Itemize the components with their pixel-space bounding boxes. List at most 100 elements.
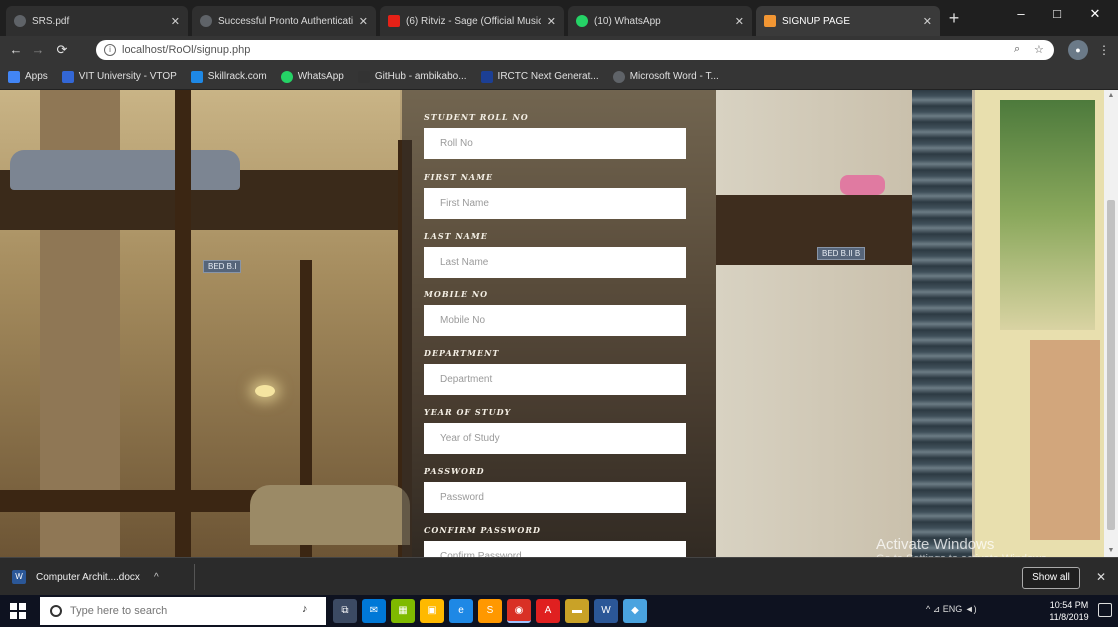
tab-signup-page[interactable]: SIGNUP PAGE ✕ (756, 6, 940, 36)
department-input[interactable] (424, 364, 686, 395)
tab-pronto-auth[interactable]: Successful Pronto Authentication ✕ (192, 6, 376, 36)
close-window-button[interactable]: ✕ (1080, 6, 1110, 22)
system-tray[interactable]: ^ ⊿ ENG ◄) (926, 604, 977, 615)
maximize-button[interactable]: □ (1042, 6, 1072, 21)
taskbar-search-input[interactable] (70, 605, 290, 617)
sublime-text-icon[interactable]: S (478, 599, 502, 623)
download-file-name: Computer Archit....docx (36, 571, 140, 583)
cortana-icon (50, 605, 62, 617)
downloads-bar: W Computer Archit....docx ^ Show all ✕ (0, 557, 1118, 595)
youtube-tab-icon (388, 15, 400, 27)
bookmark-apps[interactable]: Apps (8, 70, 48, 83)
show-all-button[interactable]: Show all (1022, 567, 1080, 589)
menu-kebab-icon[interactable]: ⋮ (1094, 40, 1114, 60)
whatsapp-tab-icon (576, 15, 588, 27)
scroll-down-icon[interactable]: ▼ (1104, 545, 1118, 557)
whatsapp-icon (280, 70, 293, 83)
page-viewport: BED B.I BED B.II B STUDENT ROLL NO FIRST… (0, 90, 1104, 557)
bookmark-label: IRCTC Next Generat... (497, 71, 599, 82)
download-item[interactable]: W Computer Archit....docx ^ (12, 566, 192, 588)
zoom-icon[interactable]: ⌕ (1014, 43, 1020, 56)
info-icon[interactable]: i (104, 44, 116, 56)
task-view-icon[interactable]: ⧉ (333, 599, 357, 623)
last-name-input[interactable] (424, 247, 686, 278)
word-icon[interactable]: W (594, 599, 618, 623)
bookmark-label: Skillrack.com (207, 71, 267, 82)
globe-tab-icon (200, 15, 212, 27)
word-doc-icon: W (12, 570, 26, 584)
globe-icon (612, 70, 625, 83)
chrome-icon[interactable]: ◉ (507, 599, 531, 623)
acrobat-icon[interactable]: A (536, 599, 560, 623)
tab-title: SIGNUP PAGE (782, 15, 850, 27)
edge-icon[interactable]: e (449, 599, 473, 623)
notification-icon[interactable] (1098, 603, 1112, 617)
back-arrow-icon[interactable]: ← (6, 40, 26, 60)
profile-avatar-icon[interactable]: ● (1068, 40, 1088, 60)
bed-label-left: BED B.I (203, 260, 242, 273)
tab-srs-pdf[interactable]: SRS.pdf ✕ (6, 6, 188, 36)
tab-youtube[interactable]: (6) Ritviz - Sage (Official Music ✕ (380, 6, 564, 36)
bookmark-whatsapp[interactable]: WhatsApp (280, 70, 344, 83)
address-bar[interactable]: i ⌕ ☆ (96, 40, 1054, 60)
bookmark-github[interactable]: GitHub - ambikabo... (357, 70, 467, 83)
clock-time: 10:54 PM (1049, 600, 1089, 610)
bookmark-word[interactable]: Microsoft Word - T... (612, 70, 719, 83)
chevron-up-icon[interactable]: ^ (154, 572, 159, 583)
confirm-password-input[interactable] (424, 541, 686, 557)
divider (194, 564, 195, 590)
bed-post (175, 90, 191, 557)
windows-start-icon[interactable] (10, 603, 26, 619)
tab-whatsapp[interactable]: (10) WhatsApp ✕ (568, 6, 752, 36)
mobile-no-input[interactable] (424, 305, 686, 336)
forward-arrow-icon[interactable]: → (28, 40, 48, 60)
folded-blanket (250, 485, 410, 545)
taskbar-clock[interactable]: 10:54 PM 11/8/2019 (1046, 599, 1092, 623)
scroll-up-icon[interactable]: ▲ (1104, 90, 1118, 102)
bunk-bed-frame-right (716, 195, 916, 265)
bookmark-label: Microsoft Word - T... (629, 71, 719, 82)
new-tab-button[interactable]: + (944, 9, 964, 29)
app-icon[interactable]: ◆ (623, 599, 647, 623)
pdf-tab-icon (14, 15, 26, 27)
bookmark-label: GitHub - ambikabo... (374, 71, 467, 82)
minimize-button[interactable]: – (1006, 6, 1036, 21)
password-input[interactable] (424, 482, 686, 513)
bookmark-label: VIT University - VTOP (78, 71, 177, 82)
mattress (10, 150, 240, 190)
bookmark-skillrack[interactable]: Skillrack.com (190, 70, 267, 83)
vtop-icon (61, 70, 74, 83)
tab-title: SRS.pdf (32, 15, 70, 27)
close-tab-icon[interactable]: ✕ (547, 15, 556, 28)
store-bag-icon[interactable]: ▣ (420, 599, 444, 623)
microphone-icon[interactable]: ♪ (302, 603, 312, 619)
close-tab-icon[interactable]: ✕ (923, 15, 932, 28)
close-downloads-icon[interactable]: ✕ (1094, 567, 1108, 587)
department-label: DEPARTMENT (424, 348, 500, 358)
close-tab-icon[interactable]: ✕ (359, 15, 368, 28)
wall-poster (1000, 100, 1095, 330)
url-input[interactable] (122, 44, 1002, 56)
signup-form: STUDENT ROLL NO FIRST NAME LAST NAME MOB… (402, 90, 716, 557)
mail-icon[interactable]: ✉ (362, 599, 386, 623)
skillrack-icon (190, 70, 203, 83)
store-icon[interactable]: ▦ (391, 599, 415, 623)
watermark-title: Activate Windows (876, 536, 995, 553)
scrollbar-thumb[interactable] (1107, 200, 1115, 530)
page-scrollbar[interactable]: ▲ ▼ (1104, 90, 1118, 557)
tab-title: (6) Ritviz - Sage (Official Music (406, 15, 541, 27)
bookmark-irctc[interactable]: IRCTC Next Generat... (480, 70, 599, 83)
first-name-input[interactable] (424, 188, 686, 219)
bookmark-vtop[interactable]: VIT University - VTOP (61, 70, 177, 83)
bookmark-label: Apps (25, 71, 48, 82)
bookmark-star-icon[interactable]: ☆ (1034, 43, 1044, 56)
close-tab-icon[interactable]: ✕ (735, 15, 744, 28)
roll-no-input[interactable] (424, 128, 686, 159)
taskbar-search[interactable]: ♪ (40, 597, 326, 625)
year-of-study-input[interactable] (424, 423, 686, 454)
tab-title: (10) WhatsApp (594, 15, 661, 27)
reload-icon[interactable]: ⟳ (52, 40, 72, 60)
file-explorer-icon[interactable]: ▬ (565, 599, 589, 623)
browser-tab-strip: SRS.pdf ✕ Successful Pronto Authenticati… (0, 0, 1118, 36)
close-tab-icon[interactable]: ✕ (171, 15, 180, 28)
